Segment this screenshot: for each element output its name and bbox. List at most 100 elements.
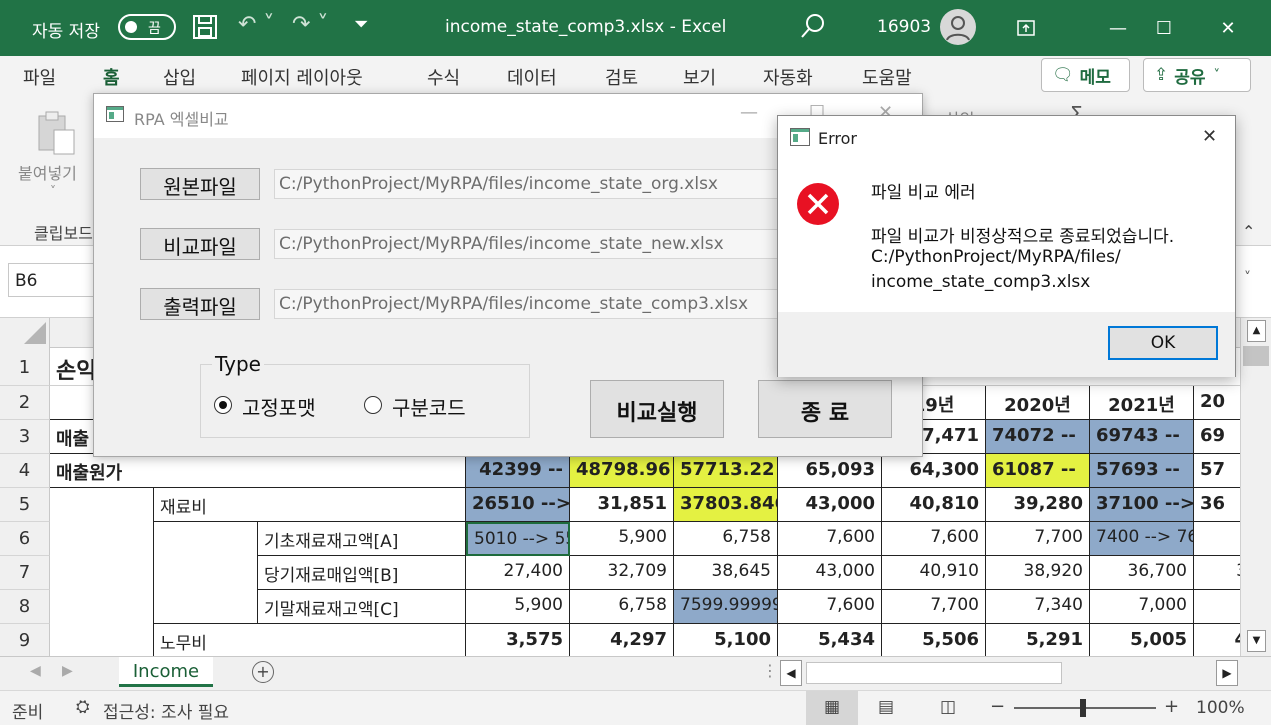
material-cell[interactable]: 26510 --> <box>466 488 570 522</box>
row-header[interactable]: 6 <box>0 522 50 556</box>
year-header-2022[interactable]: 20 <box>1194 386 1240 420</box>
scroll-up-icon[interactable]: ▲ <box>1247 320 1266 342</box>
tab-review[interactable]: 검토 <box>605 64 638 90</box>
radio-code-label[interactable]: 구분코드 <box>392 392 466 421</box>
search-icon[interactable] <box>800 12 826 44</box>
zoom-level[interactable]: 100% <box>1196 698 1245 718</box>
sheet-prev-icon[interactable]: ◀ <box>30 663 41 679</box>
purchases-cell[interactable]: 3 <box>1194 556 1240 590</box>
tab-insert[interactable]: 삽입 <box>163 64 196 90</box>
tab-home[interactable]: 홈 <box>103 64 120 98</box>
name-box[interactable]: B6 <box>8 263 94 297</box>
accessibility-icon[interactable]: ⛭ <box>76 697 90 717</box>
comp-file-path[interactable]: C:/PythonProject/MyRPA/files/income_stat… <box>274 229 794 259</box>
material-cell[interactable]: 40,810 <box>882 488 986 522</box>
autosave-toggle[interactable]: 끔 <box>118 14 176 40</box>
zoom-out-icon[interactable]: − <box>990 696 1005 717</box>
row-label-purchases[interactable]: 당기재료매입액[B] <box>258 556 466 590</box>
cogs-cell[interactable]: 65,093 <box>778 454 882 488</box>
tab-help[interactable]: 도움말 <box>862 64 912 90</box>
hscroll-right-icon[interactable]: ▶ <box>1216 660 1238 686</box>
ok-button[interactable]: OK <box>1108 326 1218 360</box>
tab-view[interactable]: 보기 <box>683 64 716 90</box>
opening-inventory-cell[interactable]: 7400 --> 76 <box>1090 522 1194 556</box>
opening-inventory-cell[interactable]: 7,700 <box>986 522 1090 556</box>
scroll-thumb[interactable] <box>1243 346 1269 366</box>
merged-sub-blank-cell[interactable] <box>154 522 258 624</box>
undo-icon[interactable]: ↶ ˅ <box>238 12 274 37</box>
material-cell[interactable]: 39,280 <box>986 488 1090 522</box>
orig-file-button[interactable]: 원본파일 <box>140 168 260 200</box>
row-label-cogs[interactable]: 매출원가 <box>50 454 466 488</box>
avatar[interactable] <box>940 9 976 45</box>
cogs-cell[interactable]: 57 <box>1194 454 1240 488</box>
maximize-button[interactable]: ☐ <box>1141 0 1187 56</box>
row-header[interactable]: 3 <box>0 420 50 454</box>
purchases-cell[interactable]: 27,400 <box>466 556 570 590</box>
purchases-cell[interactable]: 43,000 <box>778 556 882 590</box>
row-header[interactable]: 7 <box>0 556 50 590</box>
purchases-cell[interactable]: 38,920 <box>986 556 1090 590</box>
opening-inventory-cell[interactable]: 7,600 <box>778 522 882 556</box>
purchases-cell[interactable]: 36,700 <box>1090 556 1194 590</box>
closing-inventory-cell[interactable]: 7,600 <box>778 590 882 624</box>
scroll-down-icon[interactable]: ▼ <box>1247 630 1266 652</box>
row-header[interactable]: 5 <box>0 488 50 522</box>
accessibility-status[interactable]: 접근성: 조사 필요 <box>103 698 229 723</box>
customize-qat-icon[interactable]: ⏷ <box>354 14 368 35</box>
tab-formulas[interactable]: 수식 <box>427 64 460 90</box>
material-cell[interactable]: 37803.846 <box>674 488 778 522</box>
row-label-opening-inventory[interactable]: 기초재료재고액[A] <box>258 522 466 556</box>
comments-button[interactable]: 🗨 메모 <box>1041 58 1130 92</box>
labor-cell[interactable]: 5,100 <box>674 624 778 656</box>
close-button[interactable]: ✕ <box>1205 0 1251 56</box>
tab-automate[interactable]: 자동화 <box>763 64 813 90</box>
zoom-slider-thumb[interactable] <box>1080 699 1086 717</box>
hscroll-thumb[interactable] <box>806 662 1062 684</box>
closing-inventory-cell[interactable]: 6,758 <box>570 590 674 624</box>
cogs-cell[interactable]: 61087 -- <box>986 454 1090 488</box>
row-header[interactable]: 2 <box>0 386 50 420</box>
minimize-button[interactable]: — <box>1095 0 1141 56</box>
opening-inventory-cell[interactable] <box>1194 522 1240 556</box>
collapse-ribbon-icon[interactable]: ⌃ <box>1242 222 1255 241</box>
normal-view-icon[interactable]: ▦ <box>806 691 858 725</box>
opening-inventory-cell-selected[interactable]: 5010 --> 55 <box>466 522 570 556</box>
paste-label[interactable]: 붙여넣기 <box>18 160 77 184</box>
page-break-view-icon[interactable]: ◫ <box>940 697 956 717</box>
paste-dropdown-icon[interactable]: ˅ <box>50 184 56 198</box>
row-header[interactable]: 8 <box>0 590 50 624</box>
cogs-cell[interactable]: 57713.22 <box>674 454 778 488</box>
radio-fixed-format[interactable] <box>214 396 232 414</box>
exit-button[interactable]: 종 료 <box>758 380 892 438</box>
redo-icon[interactable]: ↷ ˅ <box>292 12 328 37</box>
vertical-scrollbar[interactable]: ▲ ▼ <box>1240 318 1271 656</box>
comp-file-button[interactable]: 비교파일 <box>140 228 260 260</box>
sheet-tab-income[interactable]: Income <box>119 657 213 687</box>
sheet-next-icon[interactable]: ▶ <box>62 663 73 679</box>
out-file-button[interactable]: 출력파일 <box>140 288 260 320</box>
labor-cell[interactable]: 4,297 <box>570 624 674 656</box>
paste-icon[interactable] <box>36 110 78 158</box>
merged-blank-cell[interactable] <box>50 488 154 656</box>
select-all-corner[interactable] <box>0 318 50 348</box>
cogs-cell[interactable]: 64,300 <box>882 454 986 488</box>
save-icon[interactable] <box>192 14 218 44</box>
purchases-cell[interactable]: 32,709 <box>570 556 674 590</box>
material-cell[interactable]: 43,000 <box>778 488 882 522</box>
material-cell[interactable]: 36 <box>1194 488 1240 522</box>
opening-inventory-cell[interactable]: 7,600 <box>882 522 986 556</box>
labor-cell[interactable]: 5,005 <box>1090 624 1194 656</box>
labor-cell[interactable]: 3,575 <box>466 624 570 656</box>
material-cell[interactable]: 37100 --> <box>1090 488 1194 522</box>
zoom-in-icon[interactable]: + <box>1164 696 1179 717</box>
year-header-2021[interactable]: 2021년 <box>1090 386 1194 420</box>
error-close-icon[interactable]: ✕ <box>1202 126 1217 147</box>
year-header-2020[interactable]: 2020년 <box>986 386 1090 420</box>
labor-cell[interactable]: 5,291 <box>986 624 1090 656</box>
closing-inventory-cell[interactable]: 7,000 <box>1090 590 1194 624</box>
labor-cell[interactable]: 5,506 <box>882 624 986 656</box>
closing-inventory-cell[interactable]: 7599.99999 <box>674 590 778 624</box>
orig-file-path[interactable]: C:/PythonProject/MyRPA/files/income_stat… <box>274 169 794 199</box>
radio-code[interactable] <box>364 396 382 414</box>
